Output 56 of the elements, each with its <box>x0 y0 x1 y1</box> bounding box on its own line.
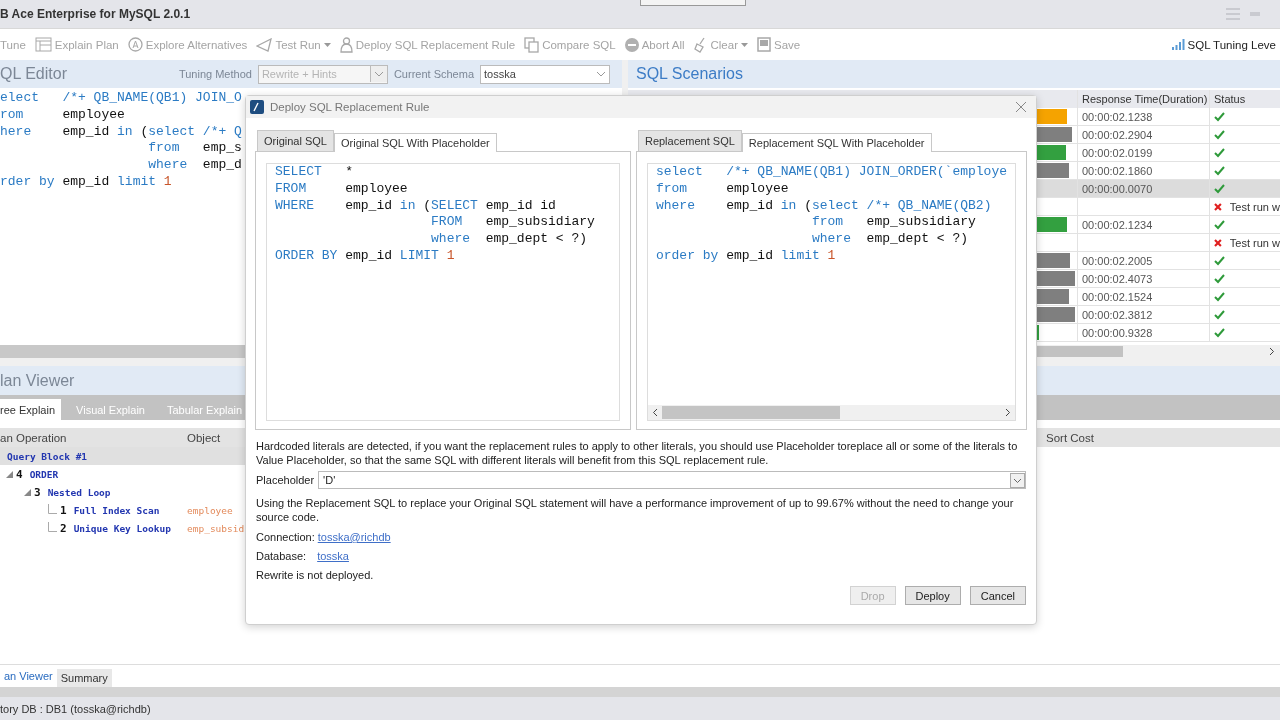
field-label: Tuning Method <box>178 68 252 80</box>
code-line: select /*+ QB_NAME(QB1) JOIN_ORDER(`employe <box>655 164 1007 181</box>
table-cell: Test run w <box>1229 236 1280 249</box>
code-line: from emp_s <box>147 140 242 158</box>
plan-operation: Unique Key Lookup <box>73 522 171 534</box>
table-cell: emp_subsid <box>187 522 245 534</box>
table-cell: 00:00:02.0199 <box>1082 146 1153 159</box>
plan-operation: ORDER <box>29 468 59 480</box>
code-line: where emp_d <box>147 157 242 174</box>
table-cell: 00:00:02.1238 <box>1082 110 1153 123</box>
table-cell: Test run w <box>1229 200 1280 213</box>
code-line: ORDER BY emp_id LIMIT 1 <box>275 248 455 265</box>
step-number: 3 <box>34 485 41 499</box>
plan-operation: Query Block #1 <box>7 450 88 462</box>
step-number: 4 <box>16 467 23 481</box>
step-number: 1 <box>60 503 67 517</box>
table-cell: 00:00:02.3812 <box>1082 308 1153 321</box>
table-cell: 00:00:00.9328 <box>1082 326 1153 339</box>
plan-operation: Full Index Scan <box>73 504 160 516</box>
table-cell: 00:00:02.2005 <box>1082 254 1153 267</box>
code-line: FROM employee <box>275 180 408 198</box>
code-line: rder by emp_id limit 1 <box>0 174 172 191</box>
field-label: Connection: <box>256 531 315 543</box>
table-cell: 00:00:02.2904 <box>1082 128 1153 141</box>
table-cell: employee <box>187 504 233 516</box>
window-title: B Ace Enterprise for MySQL 2.0.1 <box>0 7 192 21</box>
panel-title: lan Viewer <box>0 371 75 390</box>
code-line: where emp_id in (select /*+ QB_NAME(QB2) <box>655 197 992 215</box>
code-line: where emp_dept < ?) <box>810 231 968 248</box>
table-cell: 00:00:00.0070 <box>1082 182 1153 195</box>
panel-title: SQL Scenarios <box>635 65 743 83</box>
code-line: order by emp_id limit 1 <box>655 248 836 265</box>
status-text: tory DB : DB1 (tosska@richdb) <box>0 702 151 715</box>
notice-text: Hardcoded literals are detected, if you want the replacement rules to apply to other literals, you should use Placeholder toreplace all or some of the literals to Value Placeholder, so that the same SQL with different literals will benefit from this SQL replacement rule. <box>256 439 1019 467</box>
panel-title: QL Editor <box>0 65 67 83</box>
code-line: FROM emp_subsidiary <box>430 214 595 232</box>
code-line: WHERE emp_id in (SELECT emp_id id <box>275 197 556 215</box>
code-line: where emp_dept < ?) <box>430 231 588 248</box>
table-cell: 00:00:02.4073 <box>1082 272 1153 285</box>
step-number: 2 <box>60 521 67 535</box>
field-label: Current Schema <box>393 68 474 80</box>
improvement-text: Using the Replacement SQL to replace your Original SQL statement will have a performance improvement of up to 99.67% without the need to change your source code. <box>256 496 1015 524</box>
table-cell: 00:00:02.1234 <box>1082 218 1153 231</box>
plan-operation: Nested Loop <box>47 486 111 498</box>
table-cell: 00:00:02.1860 <box>1082 164 1153 177</box>
code-line: SELECT * <box>275 164 354 181</box>
table-cell: 00:00:02.1524 <box>1082 290 1153 303</box>
field-label: Database: <box>256 550 307 562</box>
dialog-title: Deploy SQL Replacement Rule <box>270 101 430 113</box>
code-line: elect /*+ QB_NAME(QB1) JOIN_O <box>0 90 242 107</box>
code-line: from emp_subsidiary <box>810 214 976 232</box>
code-line: from employee <box>655 180 789 198</box>
code-line: here emp_id in (select /*+ Q <box>0 123 242 141</box>
code-line: rom employee <box>0 106 125 124</box>
field-label: Placeholder <box>256 474 315 486</box>
deploy-status: Rewrite is not deployed. <box>256 569 374 581</box>
